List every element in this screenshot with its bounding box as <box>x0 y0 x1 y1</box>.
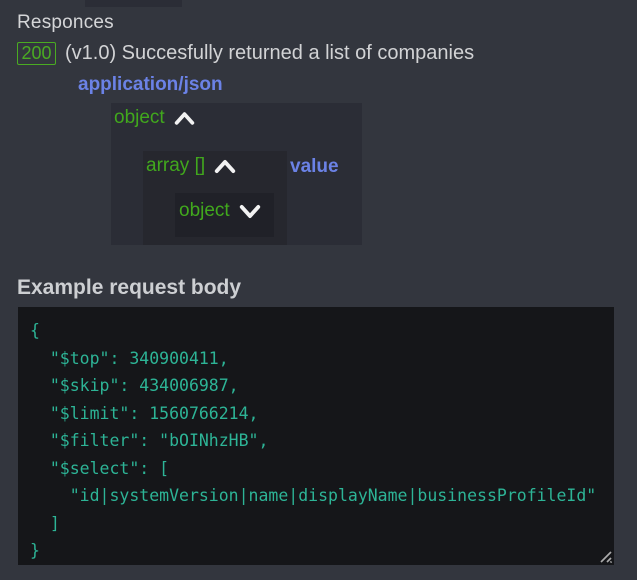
response-status-row: 200 (v1.0) Succesfully returned a list o… <box>17 42 474 65</box>
schema-node-item-object[interactable]: object <box>179 200 261 222</box>
chevron-up-icon[interactable] <box>214 159 236 174</box>
schema-tree-array-panel: array [] object <box>143 151 287 245</box>
content-type-link[interactable]: application/json <box>78 74 223 96</box>
cropped-panel-edge <box>85 0 182 7</box>
example-request-body-title: Example request body <box>17 276 241 300</box>
schema-node-type-label: object <box>179 200 230 222</box>
resize-handle-icon[interactable] <box>598 549 613 564</box>
schema-node-array[interactable]: array [] <box>146 155 236 177</box>
status-description: (v1.0) Succesfully returned a list of co… <box>65 42 474 65</box>
schema-node-type-label: array [] <box>146 155 205 177</box>
chevron-up-icon[interactable] <box>174 111 195 126</box>
schema-node-root-object[interactable]: object <box>114 107 195 129</box>
chevron-down-icon[interactable] <box>239 204 261 219</box>
request-body-code[interactable]: { "$top": 340900411, "$skip": 434006987,… <box>18 307 614 575</box>
schema-node-type-label: object <box>114 107 165 129</box>
request-body-editor[interactable]: { "$top": 340900411, "$skip": 434006987,… <box>18 307 614 565</box>
schema-tree-item-panel: object <box>175 193 274 237</box>
schema-property-value-label: value <box>290 156 339 178</box>
status-code-badge: 200 <box>17 42 56 65</box>
responses-section-title: Responces <box>17 12 114 34</box>
